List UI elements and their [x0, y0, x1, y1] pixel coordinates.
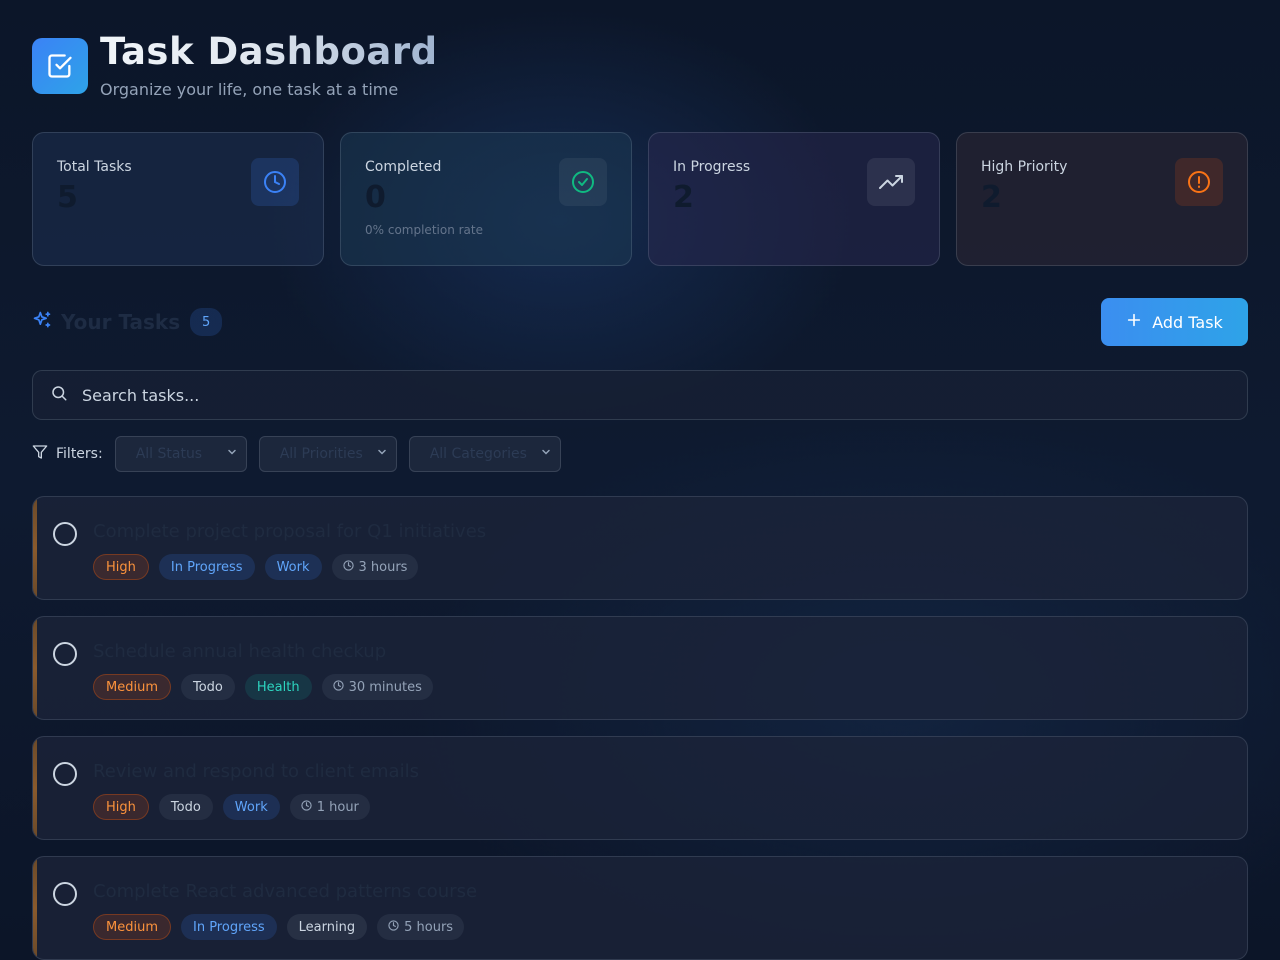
task-card[interactable]: Complete project proposal for Q1 initiat…	[32, 496, 1248, 600]
category-filter-value: All Categories	[429, 446, 527, 462]
task-title: Review and respond to client emails	[93, 761, 419, 782]
search-input[interactable]	[82, 385, 1182, 405]
time-estimate: 1 hour	[316, 799, 359, 815]
task-list: Complete project proposal for Q1 initiat…	[32, 496, 1248, 960]
stats-row: Total Tasks 5 Completed 0 0% completion …	[32, 132, 1248, 266]
status-badge: Todo	[158, 794, 213, 820]
status-badge: In Progress	[158, 554, 255, 580]
page-subtitle: Organize your life, one task at a time	[100, 80, 399, 99]
trending-up-icon	[867, 158, 915, 206]
task-card[interactable]: Review and respond to client emails High…	[32, 736, 1248, 840]
category-badge: Work	[264, 554, 322, 580]
status-badge: In Progress	[180, 914, 277, 940]
chevron-down-icon	[226, 446, 238, 462]
time-estimate-badge: 3 hours	[331, 554, 419, 580]
category-badge: Work	[222, 794, 280, 820]
completion-rate: 0% completion rate	[365, 223, 483, 237]
time-estimate: 5 hours	[404, 919, 454, 935]
check-square-icon	[32, 38, 88, 94]
chevron-down-icon	[376, 446, 388, 462]
stat-card-in-progress: In Progress 2	[648, 132, 940, 266]
filters-label: Filters:	[56, 446, 103, 462]
app-header: Task Dashboard Organize your life, one t…	[32, 32, 438, 99]
check-circle-icon	[559, 158, 607, 206]
stat-card-total-tasks: Total Tasks 5	[32, 132, 324, 266]
add-task-label: Add Task	[1152, 312, 1223, 332]
tasks-section-header: Your Tasks 5 Add Task	[32, 298, 1248, 346]
task-title: Complete React advanced patterns course	[93, 881, 478, 902]
task-checkbox[interactable]	[53, 882, 77, 906]
task-checkbox[interactable]	[53, 522, 77, 546]
category-badge: Learning	[286, 914, 368, 940]
time-estimate-badge: 5 hours	[377, 914, 465, 940]
search-icon	[50, 384, 68, 406]
status-badge: Todo	[180, 674, 235, 700]
status-filter-select[interactable]: All Status	[114, 436, 247, 472]
clock-icon	[251, 158, 299, 206]
clock-icon	[332, 679, 344, 695]
page-title: Task Dashboard	[100, 30, 438, 73]
stat-card-completed: Completed 0 0% completion rate	[340, 132, 632, 266]
priority-filter-select[interactable]: All Priorities	[258, 436, 397, 472]
category-filter-select[interactable]: All Categories	[408, 436, 561, 472]
priority-badge: High	[93, 554, 149, 580]
task-count-badge: 5	[190, 308, 223, 336]
time-estimate-badge: 30 minutes	[321, 674, 433, 700]
priority-badge: Medium	[93, 914, 171, 940]
priority-badge: High	[93, 794, 149, 820]
status-filter-value: All Status	[135, 446, 203, 462]
task-card[interactable]: Complete React advanced patterns course …	[32, 856, 1248, 960]
alert-circle-icon	[1175, 158, 1223, 206]
filters-bar: Filters: All Status All Priorities All C…	[32, 436, 573, 472]
time-estimate: 3 hours	[358, 559, 408, 575]
category-badge: Health	[244, 674, 312, 700]
priority-badge: Medium	[93, 674, 171, 700]
task-checkbox[interactable]	[53, 762, 77, 786]
chevron-down-icon	[540, 446, 552, 462]
time-estimate-badge: 1 hour	[289, 794, 370, 820]
add-task-button[interactable]: Add Task	[1101, 298, 1248, 346]
task-title: Complete project proposal for Q1 initiat…	[93, 521, 487, 542]
filter-icon	[32, 444, 48, 464]
time-estimate: 30 minutes	[348, 679, 422, 695]
task-checkbox[interactable]	[53, 642, 77, 666]
clock-icon	[388, 919, 399, 935]
task-title: Schedule annual health checkup	[93, 641, 387, 662]
task-card[interactable]: Schedule annual health checkup Medium To…	[32, 616, 1248, 720]
plus-icon	[1126, 312, 1142, 332]
stat-card-high-priority: High Priority 2	[956, 132, 1248, 266]
search-bar	[32, 370, 1248, 420]
priority-filter-value: All Priorities	[279, 446, 363, 462]
clock-icon	[342, 559, 354, 575]
clock-icon	[301, 799, 312, 815]
sparkles-icon	[32, 310, 52, 334]
section-title: Your Tasks	[61, 310, 181, 334]
